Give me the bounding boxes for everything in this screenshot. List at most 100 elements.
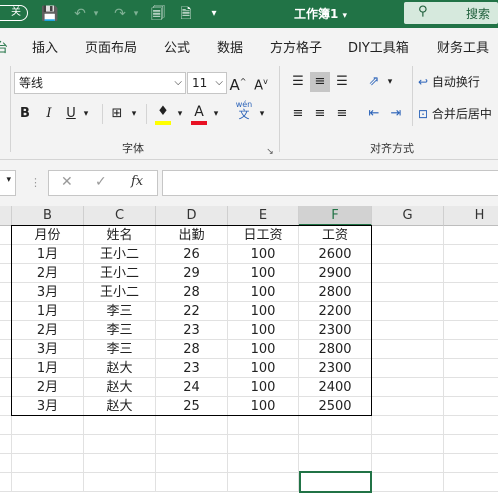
tab-fangfang[interactable]: 方方格子 <box>270 37 322 56</box>
table-cell[interactable]: 29 <box>156 264 228 283</box>
empty-cell[interactable] <box>372 473 444 492</box>
empty-cell[interactable] <box>372 321 444 340</box>
table-cell[interactable]: 赵大 <box>84 378 156 397</box>
empty-cell[interactable] <box>0 283 12 302</box>
table-cell[interactable]: 王小二 <box>84 245 156 264</box>
table-cell[interactable]: 3月 <box>12 283 84 302</box>
empty-cell[interactable] <box>444 302 498 321</box>
empty-cell[interactable] <box>372 454 444 473</box>
column-header-f[interactable]: F <box>299 206 372 226</box>
empty-cell[interactable] <box>372 416 444 435</box>
column-header-d[interactable]: D <box>156 206 228 226</box>
empty-cell[interactable] <box>0 226 12 245</box>
empty-cell[interactable] <box>444 378 498 397</box>
empty-cell[interactable] <box>0 397 12 416</box>
column-header-c[interactable]: C <box>84 206 156 226</box>
sheet-grid[interactable]: 月份 姓名 出勤 日工资 工资 1月 王小二 26 100 2600 2月 王小二 29 100 2900 3… <box>0 226 498 492</box>
empty-cell[interactable] <box>444 245 498 264</box>
empty-cell[interactable] <box>444 397 498 416</box>
border-dropdown-icon[interactable]: ▾ <box>128 104 140 124</box>
empty-cell[interactable] <box>228 416 299 435</box>
column-header-b[interactable]: B <box>12 206 84 226</box>
title-chevron-icon[interactable]: ▾ <box>343 11 348 21</box>
empty-cell[interactable] <box>444 283 498 302</box>
table-cell[interactable]: 100 <box>228 321 299 340</box>
table-header-cell[interactable]: 月份 <box>12 226 84 245</box>
decrease-indent-icon[interactable]: ⇤ <box>364 104 384 124</box>
orientation-icon[interactable]: ⇗ <box>364 72 384 92</box>
table-cell[interactable]: 2300 <box>299 321 372 340</box>
empty-cell[interactable] <box>372 226 444 245</box>
name-box[interactable]: ▾ <box>0 170 16 196</box>
table-cell[interactable]: 2800 <box>299 283 372 302</box>
column-header-e[interactable]: E <box>228 206 299 226</box>
empty-cell[interactable] <box>12 454 84 473</box>
empty-cell[interactable] <box>0 454 12 473</box>
tab-finance-tools[interactable]: 财务工具 <box>437 37 489 56</box>
empty-cell[interactable] <box>372 397 444 416</box>
tab-start[interactable]: 台 <box>0 37 8 56</box>
empty-cell[interactable] <box>228 435 299 454</box>
autosave-toggle[interactable]: 关 <box>0 5 28 21</box>
tab-formulas[interactable]: 公式 <box>164 37 190 56</box>
table-cell[interactable]: 26 <box>156 245 228 264</box>
empty-cell[interactable] <box>444 473 498 492</box>
table-cell[interactable]: 2月 <box>12 321 84 340</box>
empty-cell[interactable] <box>372 264 444 283</box>
empty-cell[interactable] <box>228 473 299 492</box>
table-cell[interactable]: 23 <box>156 359 228 378</box>
empty-cell[interactable] <box>0 321 12 340</box>
table-header-cell[interactable]: 姓名 <box>84 226 156 245</box>
table-cell[interactable]: 赵大 <box>84 397 156 416</box>
empty-cell[interactable] <box>84 473 156 492</box>
empty-cell[interactable] <box>444 435 498 454</box>
merge-center-button[interactable]: ⊡ 合并后居中 <box>418 104 498 124</box>
align-bottom-icon[interactable]: ☰ <box>332 72 352 92</box>
font-color-icon[interactable]: A <box>190 102 208 125</box>
table-cell[interactable]: 23 <box>156 321 228 340</box>
table-cell[interactable]: 100 <box>228 283 299 302</box>
table-header-cell[interactable]: 日工资 <box>228 226 299 245</box>
font-size-select[interactable]: 11 ⌵ <box>187 72 227 94</box>
table-cell[interactable]: 3月 <box>12 340 84 359</box>
empty-cell[interactable] <box>0 378 12 397</box>
orientation-dropdown-icon[interactable]: ▾ <box>384 72 396 92</box>
splitter-icon[interactable]: ⋮ <box>30 176 41 189</box>
table-cell[interactable]: 2200 <box>299 302 372 321</box>
table-cell[interactable]: 1月 <box>12 359 84 378</box>
table-cell[interactable]: 李三 <box>84 321 156 340</box>
active-cell[interactable] <box>299 471 372 493</box>
empty-cell[interactable] <box>0 264 12 283</box>
font-name-select[interactable]: 等线 ⌵ <box>14 72 186 94</box>
empty-cell[interactable] <box>12 473 84 492</box>
customize-toolbar-icon[interactable]: ▾ <box>204 4 224 24</box>
fill-color-dropdown-icon[interactable]: ▾ <box>174 104 186 124</box>
align-right-icon[interactable]: ≡ <box>332 104 352 124</box>
empty-cell[interactable] <box>372 359 444 378</box>
tab-diy-toolbox[interactable]: DIY工具箱 <box>348 37 409 56</box>
empty-cell[interactable] <box>299 416 372 435</box>
empty-cell[interactable] <box>444 226 498 245</box>
table-cell[interactable]: 28 <box>156 283 228 302</box>
empty-cell[interactable] <box>444 321 498 340</box>
insert-function-button[interactable]: fx <box>131 174 143 189</box>
table-cell[interactable]: 王小二 <box>84 264 156 283</box>
tab-insert[interactable]: 插入 <box>32 37 58 56</box>
table-cell[interactable]: 100 <box>228 397 299 416</box>
confirm-icon[interactable]: ✓ <box>95 174 107 190</box>
table-cell[interactable]: 100 <box>228 245 299 264</box>
empty-cell[interactable] <box>12 416 84 435</box>
table-cell[interactable]: 1月 <box>12 245 84 264</box>
empty-cell[interactable] <box>372 302 444 321</box>
empty-cell[interactable] <box>156 435 228 454</box>
empty-cell[interactable] <box>156 473 228 492</box>
empty-cell[interactable] <box>0 359 12 378</box>
empty-cell[interactable] <box>84 454 156 473</box>
save-icon[interactable]: 💾 <box>40 4 60 24</box>
table-cell[interactable]: 25 <box>156 397 228 416</box>
table-cell[interactable]: 100 <box>228 359 299 378</box>
empty-cell[interactable] <box>372 378 444 397</box>
fill-color-icon[interactable]: ♦ <box>154 102 172 125</box>
table-cell[interactable]: 28 <box>156 340 228 359</box>
empty-cell[interactable] <box>0 302 12 321</box>
